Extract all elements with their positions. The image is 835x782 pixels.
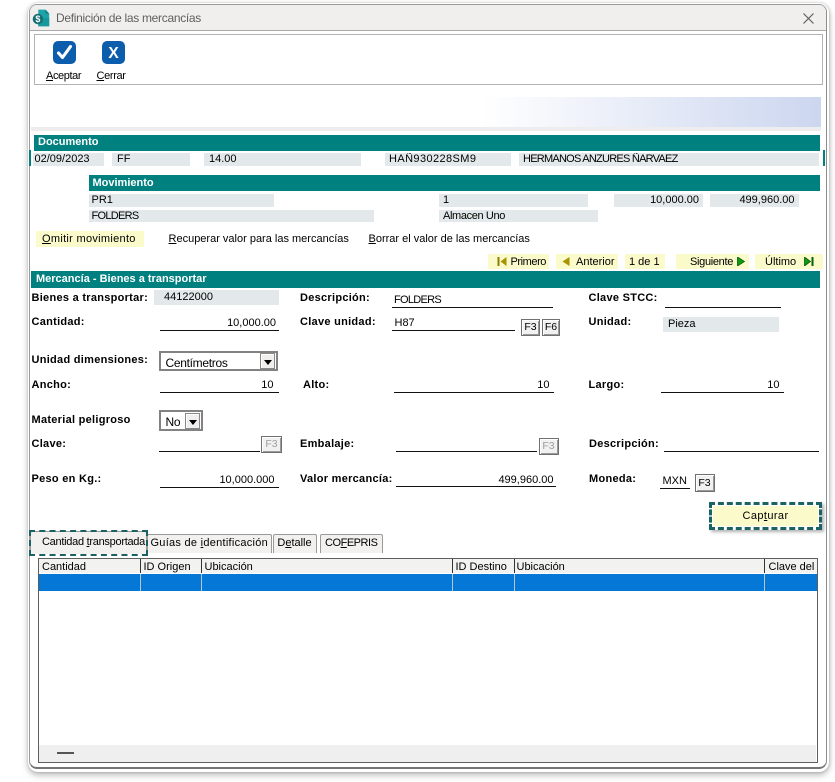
svg-text:X: X <box>108 45 119 62</box>
svg-text:$: $ <box>35 14 40 24</box>
